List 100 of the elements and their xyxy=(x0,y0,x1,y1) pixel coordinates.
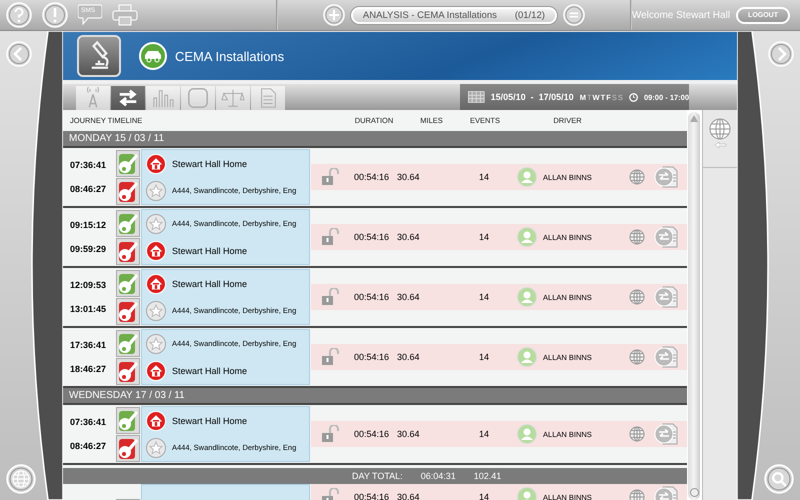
search-icon[interactable] xyxy=(764,464,794,494)
start-time: 07:36:41 xyxy=(70,160,108,170)
printer-icon[interactable] xyxy=(112,4,138,26)
key-icon xyxy=(116,298,140,324)
date-range[interactable]: 15/05/10 - 17/05/10 xyxy=(490,92,574,102)
place-name: Stewart Hall Home xyxy=(172,158,248,168)
duration-value: 00:54:16 xyxy=(353,492,390,500)
key-icon xyxy=(116,150,140,176)
globe-icon[interactable] xyxy=(629,229,646,245)
start-time: 07:36:41 xyxy=(70,417,108,427)
events-value: 14 xyxy=(478,292,490,302)
day-header: MONDAY 15 / 03 / 11 xyxy=(63,131,688,148)
document-exchange-icon[interactable] xyxy=(654,346,678,368)
document-exchange-icon[interactable] xyxy=(654,423,678,445)
toolbar-tab[interactable] xyxy=(111,86,145,110)
home-icon xyxy=(146,410,166,430)
page-counter: (01/12) xyxy=(514,10,545,20)
globe-icon[interactable] xyxy=(629,169,646,185)
globe-icon[interactable] xyxy=(629,289,646,305)
star-icon xyxy=(146,334,166,354)
key-icon xyxy=(116,358,140,384)
end-time: 13:01:45 xyxy=(70,304,108,314)
globe-icon[interactable] xyxy=(629,489,646,500)
day-total-label: DAY TOTAL: xyxy=(352,471,403,481)
rounded-square-icon xyxy=(185,87,211,109)
place-name: Stewart Hall Home xyxy=(172,366,248,376)
page-title: CEMA Installations xyxy=(175,48,284,64)
star-icon xyxy=(146,180,166,200)
key-icon xyxy=(116,434,140,462)
events-value: 14 xyxy=(478,232,490,242)
menu-icon[interactable] xyxy=(562,4,585,26)
globe-icon[interactable] xyxy=(629,349,646,365)
microscope-icon[interactable] xyxy=(77,35,121,77)
lock-icon xyxy=(321,168,340,186)
place-name: Stewart Hall Home xyxy=(172,416,248,426)
scrollbar[interactable] xyxy=(688,112,700,500)
add-icon[interactable] xyxy=(322,4,345,26)
welcome-text: Welcome Stewart Hall xyxy=(632,10,730,20)
globe-icon[interactable] xyxy=(629,426,646,442)
back-arrow-icon[interactable] xyxy=(6,41,32,67)
miles-value: 30.64 xyxy=(397,232,421,242)
place-name: Stewart Hall Home xyxy=(172,278,248,288)
miles-value: 30.64 xyxy=(397,492,421,500)
start-time: 17:36:41 xyxy=(70,340,108,350)
star-icon xyxy=(146,438,166,458)
calendar-icon[interactable] xyxy=(468,90,485,104)
document-exchange-icon[interactable] xyxy=(654,226,678,248)
duration-value: 00:54:16 xyxy=(353,429,390,439)
events-value: 14 xyxy=(478,492,490,500)
end-time: 08:46:27 xyxy=(70,184,108,194)
car-icon xyxy=(139,42,167,70)
key-icon xyxy=(116,330,140,356)
miles-value: 30.64 xyxy=(397,352,421,362)
duration-value: 00:54:16 xyxy=(353,292,390,302)
events-value: 14 xyxy=(478,429,490,439)
clock-icon xyxy=(628,92,638,102)
help-icon[interactable] xyxy=(6,2,32,28)
avatar-icon xyxy=(517,227,538,247)
lock-icon xyxy=(321,288,340,306)
start-time: 09:15:12 xyxy=(70,220,108,230)
end-time: 09:59:29 xyxy=(70,244,108,254)
total-miles: 102.41 xyxy=(474,471,502,481)
lock-icon xyxy=(321,425,340,443)
home-icon xyxy=(146,154,166,174)
total-duration: 06:04:31 xyxy=(420,471,456,481)
duration-value: 00:54:16 xyxy=(353,172,390,182)
avatar-icon xyxy=(517,167,538,187)
end-time: 08:46:27 xyxy=(70,441,108,451)
screen-title: ANALYSIS - CEMA Installations xyxy=(362,10,497,20)
end-time: 18:46:27 xyxy=(70,364,108,374)
events-value: 14 xyxy=(478,172,490,182)
scroll-up-icon[interactable] xyxy=(690,115,698,122)
key-icon xyxy=(116,178,140,204)
lock-icon xyxy=(321,228,340,246)
duration-value: 00:54:16 xyxy=(353,352,390,362)
forward-arrow-icon[interactable] xyxy=(768,41,794,67)
home-icon xyxy=(146,274,166,294)
star-icon xyxy=(146,214,166,234)
alert-icon[interactable] xyxy=(42,2,68,28)
document-exchange-icon[interactable] xyxy=(654,166,678,188)
avatar-icon xyxy=(517,424,538,444)
key-icon xyxy=(116,238,140,264)
miles-value: 30.64 xyxy=(397,429,421,439)
key-icon xyxy=(116,210,140,236)
day-header: WEDNESDAY 17 / 03 / 11 xyxy=(63,388,688,405)
events-value: 14 xyxy=(478,352,490,362)
star-icon xyxy=(146,300,166,320)
start-time: 12:09:53 xyxy=(70,280,108,290)
scales-icon xyxy=(220,87,246,109)
globe-button-icon[interactable] xyxy=(6,464,36,494)
document-exchange-icon[interactable] xyxy=(654,286,678,308)
key-icon xyxy=(116,270,140,296)
avatar-icon xyxy=(517,347,538,367)
home-icon xyxy=(146,360,166,380)
globe-back-icon[interactable] xyxy=(707,118,733,148)
title-field[interactable]: ANALYSIS - CEMA Installations (01/12) xyxy=(350,6,557,24)
miles-value: 30.64 xyxy=(397,292,421,302)
duration-value: 00:54:16 xyxy=(353,232,390,242)
home-icon xyxy=(146,240,166,260)
scroll-thumb[interactable] xyxy=(690,488,698,497)
